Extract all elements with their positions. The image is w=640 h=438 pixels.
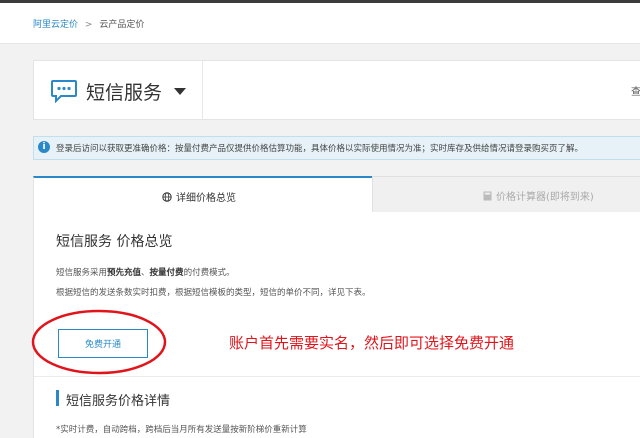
chevron-down-icon[interactable] xyxy=(174,88,186,95)
overview-description-2: 根据短信的发送条数实时扣费，根据短信模板的类型，短信的单价不同，详见下表。 xyxy=(56,288,371,298)
breadcrumb-current: 云产品定价 xyxy=(99,20,145,30)
breadcrumb-separator: > xyxy=(84,20,93,30)
red-annotation-text: 账户首先需要实名，然后即可选择免费开通 xyxy=(229,334,515,352)
overview-title: 短信服务 价格总览 xyxy=(56,234,173,250)
desc1-prefix: 短信服务采用 xyxy=(56,268,108,278)
query-link[interactable]: 查 xyxy=(631,83,640,98)
login-notice: i 登录后访问以获取更准确价格：按量付费产品仅提供价格估算功能，具体价格以实际使… xyxy=(33,136,640,160)
free-activate-button[interactable]: 免费开通 xyxy=(58,329,148,358)
globe-icon xyxy=(162,191,172,202)
desc1-pay-as-you-go: 按量付费 xyxy=(149,268,184,278)
breadcrumb-home-link[interactable]: 阿里云定价 xyxy=(33,20,78,30)
price-details-title: 短信服务价格详情 xyxy=(66,394,171,409)
product-name[interactable]: 短信服务 xyxy=(86,78,162,105)
tab-price-calculator[interactable]: 价格计算器(即将到来) xyxy=(372,176,640,214)
breadcrumb-bar: 阿里云定价 > 云产品定价 xyxy=(0,3,640,44)
product-selector-bar: 短信服务 查 xyxy=(33,60,640,120)
info-icon: i xyxy=(38,141,50,153)
billing-footnote: *实时计费，自动跨档，跨档后当月所有发送量按新阶梯价重新计算 xyxy=(56,425,307,435)
tab-price-overview-label: 详细价格总览 xyxy=(176,193,236,204)
desc1-prepaid: 预先充值 xyxy=(107,268,142,278)
breadcrumb: 阿里云定价 > 云产品定价 xyxy=(33,17,144,30)
sms-message-icon xyxy=(51,80,77,103)
tab-price-overview[interactable]: 详细价格总览 xyxy=(33,176,372,214)
desc1-separator: 、 xyxy=(141,268,150,278)
calculator-icon xyxy=(483,191,492,200)
tab-price-calculator-label: 价格计算器(即将到来) xyxy=(496,192,594,203)
section-divider xyxy=(34,376,640,377)
desc1-suffix: 的付费模式。 xyxy=(183,268,235,278)
product-bar-divider xyxy=(202,61,203,119)
notice-text: 登录后访问以获取更准确价格：按量付费产品仅提供价格估算功能，具体价格以实际使用情… xyxy=(56,144,584,154)
section-accent-bar xyxy=(56,390,59,406)
overview-description-1: 短信服务采用预先充值、按量付费的付费模式。 xyxy=(56,266,235,278)
main-content: 短信服务 价格总览 短信服务采用预先充值、按量付费的付费模式。 根据短信的发送条… xyxy=(33,212,640,438)
